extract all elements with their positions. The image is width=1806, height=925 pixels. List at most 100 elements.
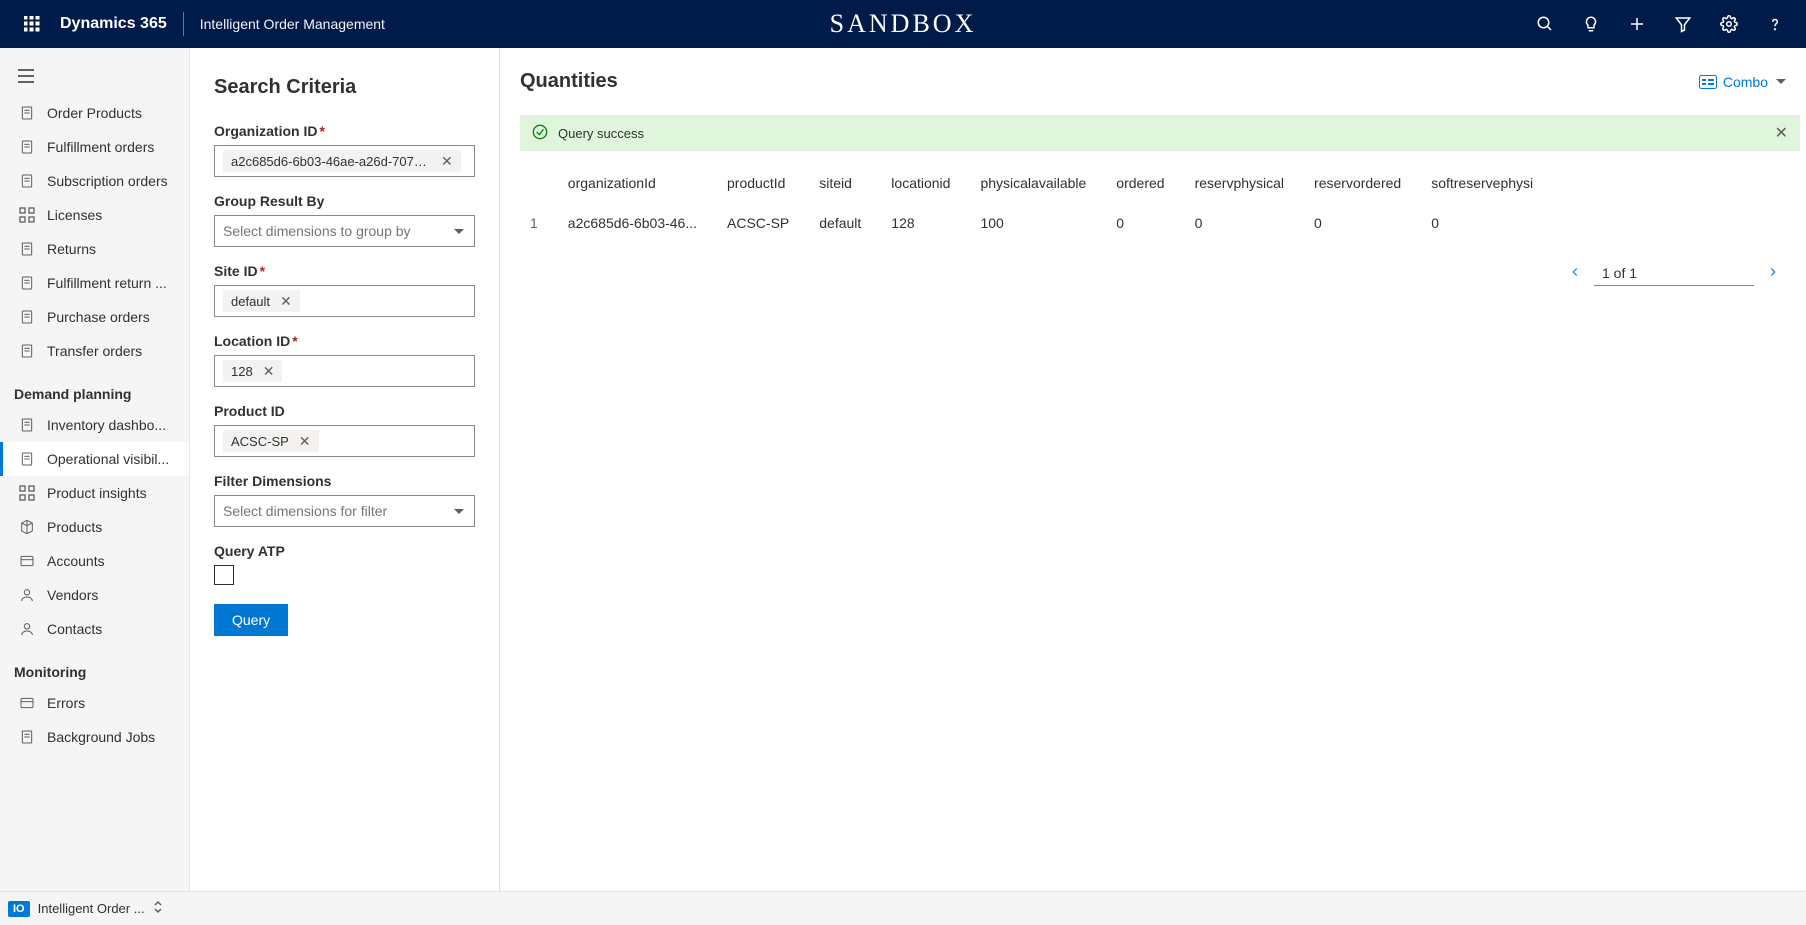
combo-view-selector[interactable]: Combo (1699, 74, 1786, 90)
grid-column-header[interactable]: physicalavailable (970, 163, 1106, 203)
nav-item-icon (17, 205, 37, 225)
nav-item-icon (17, 171, 37, 191)
query-atp-checkbox[interactable] (214, 565, 234, 585)
results-grid: organizationIdproductIdsiteidlocationidp… (520, 163, 1553, 243)
results-grid-scroll[interactable]: organizationIdproductIdsiteidlocationidp… (520, 163, 1800, 243)
grid-cell: 0 (1304, 203, 1421, 243)
sidebar-item[interactable]: Returns (0, 232, 189, 266)
sidebar-item[interactable]: Accounts (0, 544, 189, 578)
site-id-chip-remove-icon[interactable]: ✕ (276, 294, 296, 308)
group-by-label: Group Result By (214, 193, 475, 209)
sidebar-item[interactable]: Licenses (0, 198, 189, 232)
app-badge: IO (8, 901, 30, 917)
pager-prev-icon[interactable] (1562, 265, 1588, 282)
sidebar-item[interactable]: Purchase orders (0, 300, 189, 334)
grid-cell: 0 (1185, 203, 1304, 243)
sidebar-item[interactable]: Order Products (0, 96, 189, 130)
filter-icon[interactable] (1660, 0, 1706, 48)
alert-close-icon[interactable]: ✕ (1775, 123, 1788, 143)
grid-cell: default (809, 203, 881, 243)
nav-item-icon (17, 517, 37, 537)
grid-cell: a2c685d6-6b03-46... (558, 203, 717, 243)
query-button[interactable]: Query (214, 604, 288, 636)
combo-icon (1699, 75, 1717, 89)
filter-dimensions-placeholder[interactable] (223, 503, 454, 519)
site-id-input[interactable]: default ✕ (214, 285, 475, 317)
org-id-input[interactable]: a2c685d6-6b03-46ae-a26d-707c90... ✕ (214, 145, 475, 177)
pager-next-icon[interactable] (1760, 265, 1786, 282)
nav-item-label: Products (47, 519, 102, 535)
grid-cell: 0 (1421, 203, 1553, 243)
pager-text[interactable]: 1 of 1 (1594, 261, 1754, 286)
sidebar-item[interactable]: Subscription orders (0, 164, 189, 198)
product-id-chip-text: ACSC-SP (231, 434, 289, 449)
sidebar-item[interactable]: Products (0, 510, 189, 544)
app-launcher-icon[interactable] (8, 0, 56, 48)
nav-item-label: Subscription orders (47, 173, 168, 189)
nav-item-label: Product insights (47, 485, 147, 501)
hamburger-icon[interactable] (0, 56, 189, 96)
sidebar-item[interactable]: Inventory dashbo... (0, 408, 189, 442)
sidebar-item[interactable]: Product insights (0, 476, 189, 510)
org-id-chip-text: a2c685d6-6b03-46ae-a26d-707c90... (231, 154, 431, 169)
grid-column-header[interactable]: softreservephysi (1421, 163, 1553, 203)
grid-column-header[interactable]: siteid (809, 163, 881, 203)
grid-column-header[interactable]: reservordered (1304, 163, 1421, 203)
settings-gear-icon[interactable] (1706, 0, 1752, 48)
org-id-chip-remove-icon[interactable]: ✕ (437, 154, 457, 168)
app-switcher-updown-icon[interactable] (153, 900, 163, 917)
grid-cell: ACSC-SP (717, 203, 809, 243)
top-bar: Dynamics 365 Intelligent Order Managemen… (0, 0, 1806, 48)
grid-column-header[interactable]: locationid (881, 163, 970, 203)
nav-item-label: Fulfillment return ... (47, 275, 167, 291)
location-id-chip-remove-icon[interactable]: ✕ (259, 364, 279, 378)
help-icon[interactable] (1752, 0, 1798, 48)
sidebar-item[interactable]: Operational visibil... (0, 442, 189, 476)
results-title: Quantities (520, 70, 618, 93)
site-id-chip-text: default (231, 294, 270, 309)
content-area: Search Criteria Organization ID* a2c685d… (190, 48, 1806, 891)
sidebar-item[interactable]: Vendors (0, 578, 189, 612)
filter-dimensions-select[interactable] (214, 495, 475, 527)
grid-column-header[interactable]: organizationId (558, 163, 717, 203)
org-id-label: Organization ID* (214, 123, 475, 139)
nav-item-label: Operational visibil... (47, 451, 169, 467)
product-id-chip-remove-icon[interactable]: ✕ (295, 434, 315, 448)
nav-item-label: Vendors (47, 587, 98, 603)
app-name[interactable]: Dynamics 365 (56, 15, 179, 33)
sidebar-item[interactable]: Transfer orders (0, 334, 189, 368)
location-id-input[interactable]: 128 ✕ (214, 355, 475, 387)
nav-item-icon (17, 415, 37, 435)
sidebar-item[interactable]: Fulfillment orders (0, 130, 189, 164)
app-switcher-label[interactable]: Intelligent Order ... (38, 901, 145, 916)
group-by-select[interactable] (214, 215, 475, 247)
query-atp-label: Query ATP (214, 543, 475, 559)
nav-item-icon (17, 693, 37, 713)
grid-cell: 128 (881, 203, 970, 243)
nav-item-icon (17, 585, 37, 605)
sidebar-item[interactable]: Errors (0, 686, 189, 720)
group-by-placeholder[interactable] (223, 223, 454, 239)
nav-item-label: Returns (47, 241, 96, 257)
row-number: 1 (520, 203, 558, 243)
results-panel: Quantities Combo Query success ✕ organiz… (500, 48, 1806, 891)
nav-item-icon (17, 137, 37, 157)
sidebar-item[interactable]: Fulfillment return ... (0, 266, 189, 300)
nav-item-label: Accounts (47, 553, 105, 569)
nav-item-icon (17, 727, 37, 747)
grid-column-header[interactable]: productId (717, 163, 809, 203)
table-row[interactable]: 1a2c685d6-6b03-46...ACSC-SPdefault128100… (520, 203, 1553, 243)
combo-label: Combo (1723, 74, 1768, 90)
grid-column-header[interactable]: ordered (1106, 163, 1184, 203)
sidebar-item[interactable]: Contacts (0, 612, 189, 646)
sidebar-item[interactable]: Background Jobs (0, 720, 189, 754)
add-icon[interactable] (1614, 0, 1660, 48)
grid-column-header[interactable] (520, 163, 558, 203)
module-name[interactable]: Intelligent Order Management (188, 16, 397, 32)
product-id-input[interactable]: ACSC-SP ✕ (214, 425, 475, 457)
pager: 1 of 1 (520, 261, 1786, 286)
grid-column-header[interactable]: reservphysical (1185, 163, 1304, 203)
search-icon[interactable] (1522, 0, 1568, 48)
nav-item-label: Inventory dashbo... (47, 417, 166, 433)
lightbulb-icon[interactable] (1568, 0, 1614, 48)
